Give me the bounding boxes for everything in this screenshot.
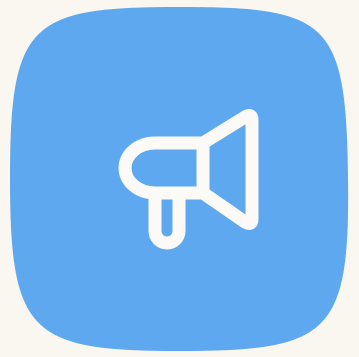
megaphone-app-icon[interactable] (0, 0, 359, 357)
icon-tile (10, 7, 349, 351)
